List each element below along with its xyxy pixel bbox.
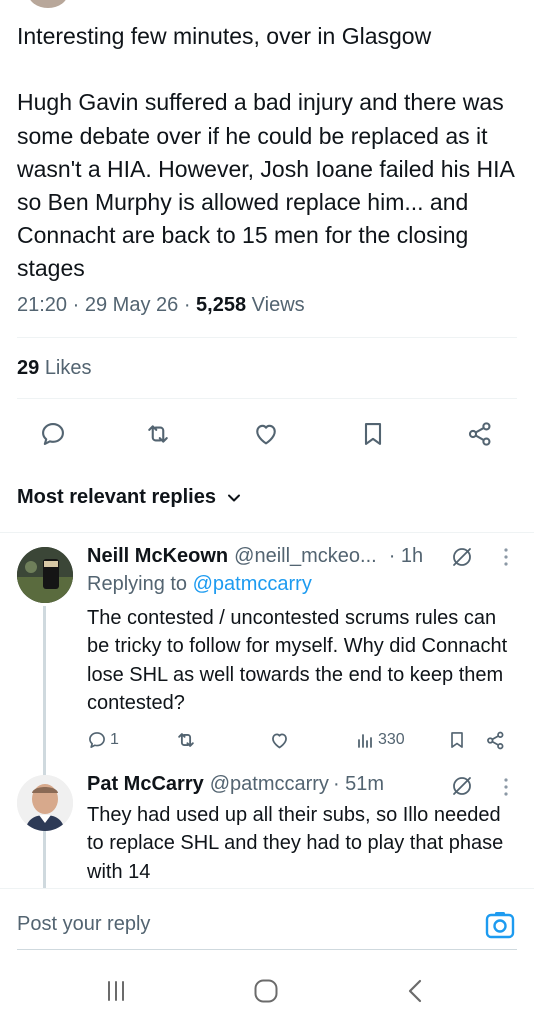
reply-header: Neill McKeown @neill_mckeo... · 1h <box>87 545 423 568</box>
retweet-icon <box>178 733 194 747</box>
bookmark-button[interactable] <box>447 727 467 753</box>
reply-composer[interactable]: Post your reply <box>0 888 534 958</box>
tweet-text: Interesting few minutes, over in Glasgow… <box>17 23 514 282</box>
heart-icon <box>256 424 276 445</box>
reply-icon <box>42 423 64 445</box>
share-button[interactable] <box>460 414 500 454</box>
reply-author-name[interactable]: Pat McCarry <box>87 773 204 796</box>
retweet-button[interactable] <box>138 414 178 454</box>
chevron-down-icon <box>227 494 240 501</box>
recent-apps-icon <box>108 981 124 1001</box>
views-count: 5,258 <box>196 294 247 316</box>
reply-text: The contested / uncontested scrums rules… <box>87 607 508 715</box>
replying-to: Replying to @patmccarry <box>87 573 312 596</box>
like-button[interactable] <box>246 414 286 454</box>
heart-icon <box>272 733 287 748</box>
divider <box>17 398 517 399</box>
likes-label: Likes <box>44 357 92 379</box>
reply-author-handle[interactable]: @neill_mckeo... <box>234 545 377 568</box>
avatar[interactable] <box>17 547 73 603</box>
reply-action-bar: 1 330 <box>87 727 517 753</box>
home-button[interactable] <box>246 976 286 1006</box>
tweet-date: 29 May 26 <box>84 294 179 316</box>
tweet-meta: 21:20 · 29 May 26 · 5,258 Views <box>17 294 305 317</box>
reply-icon <box>89 732 105 748</box>
divider <box>0 532 534 533</box>
reply-author-handle[interactable]: @patmccarry <box>210 773 329 796</box>
back-button[interactable] <box>396 976 436 1006</box>
meta-separator: · <box>72 294 80 316</box>
grok-icon[interactable] <box>450 545 474 569</box>
views-icon <box>358 734 372 748</box>
home-icon <box>254 979 278 1003</box>
grok-icon[interactable] <box>450 774 474 798</box>
more-options-icon[interactable] <box>500 775 512 799</box>
camera-icon <box>485 912 515 939</box>
share-button[interactable] <box>485 727 506 753</box>
reply-text: They had used up all their subs, so Illo… <box>87 804 504 883</box>
system-navigation-bar <box>0 958 534 1024</box>
likes-link[interactable]: 29 Likes <box>17 357 92 380</box>
author-avatar[interactable] <box>28 0 68 8</box>
retweet-icon <box>148 425 168 443</box>
tweet-action-bar <box>0 414 534 454</box>
divider <box>17 337 517 338</box>
views-label: Views <box>251 294 305 316</box>
meta-separator: · <box>183 294 191 316</box>
avatar[interactable] <box>17 775 73 831</box>
likes-count: 29 <box>17 357 40 379</box>
reply-time: · 51m <box>332 773 385 795</box>
thread-line <box>43 606 46 888</box>
composer-underline <box>17 949 517 950</box>
replying-to-prefix: Replying to <box>87 573 188 595</box>
replies-sort-label: Most relevant replies <box>17 486 216 508</box>
camera-button[interactable] <box>484 909 516 941</box>
reply-button[interactable]: 1 <box>87 727 119 753</box>
replies-sort-dropdown[interactable]: Most relevant replies <box>17 486 242 509</box>
replying-to-handle[interactable]: @patmccarry <box>193 573 312 595</box>
share-icon <box>487 731 504 749</box>
reply-count: 1 <box>110 731 119 748</box>
previous-tweet-header-sliver <box>0 0 534 14</box>
back-icon <box>408 979 422 1003</box>
reply-input[interactable]: Post your reply <box>17 913 150 936</box>
reply-time: · 1h <box>388 545 424 567</box>
reply-button[interactable] <box>33 414 73 454</box>
views-button[interactable]: 330 <box>357 727 405 753</box>
like-button[interactable] <box>269 727 290 753</box>
bookmark-button[interactable] <box>353 414 393 454</box>
more-options-icon[interactable] <box>500 545 512 569</box>
reply-header: Pat McCarry @patmccarry · 51m <box>87 773 384 796</box>
bookmark-icon <box>364 423 382 445</box>
reply-author-name[interactable]: Neill McKeown <box>87 545 228 568</box>
recent-apps-button[interactable] <box>96 976 136 1006</box>
share-icon <box>468 422 491 446</box>
tweet-time: 21:20 <box>17 294 68 316</box>
retweet-button[interactable] <box>175 727 197 753</box>
bookmark-icon <box>451 732 463 748</box>
views-count: 330 <box>378 731 405 748</box>
